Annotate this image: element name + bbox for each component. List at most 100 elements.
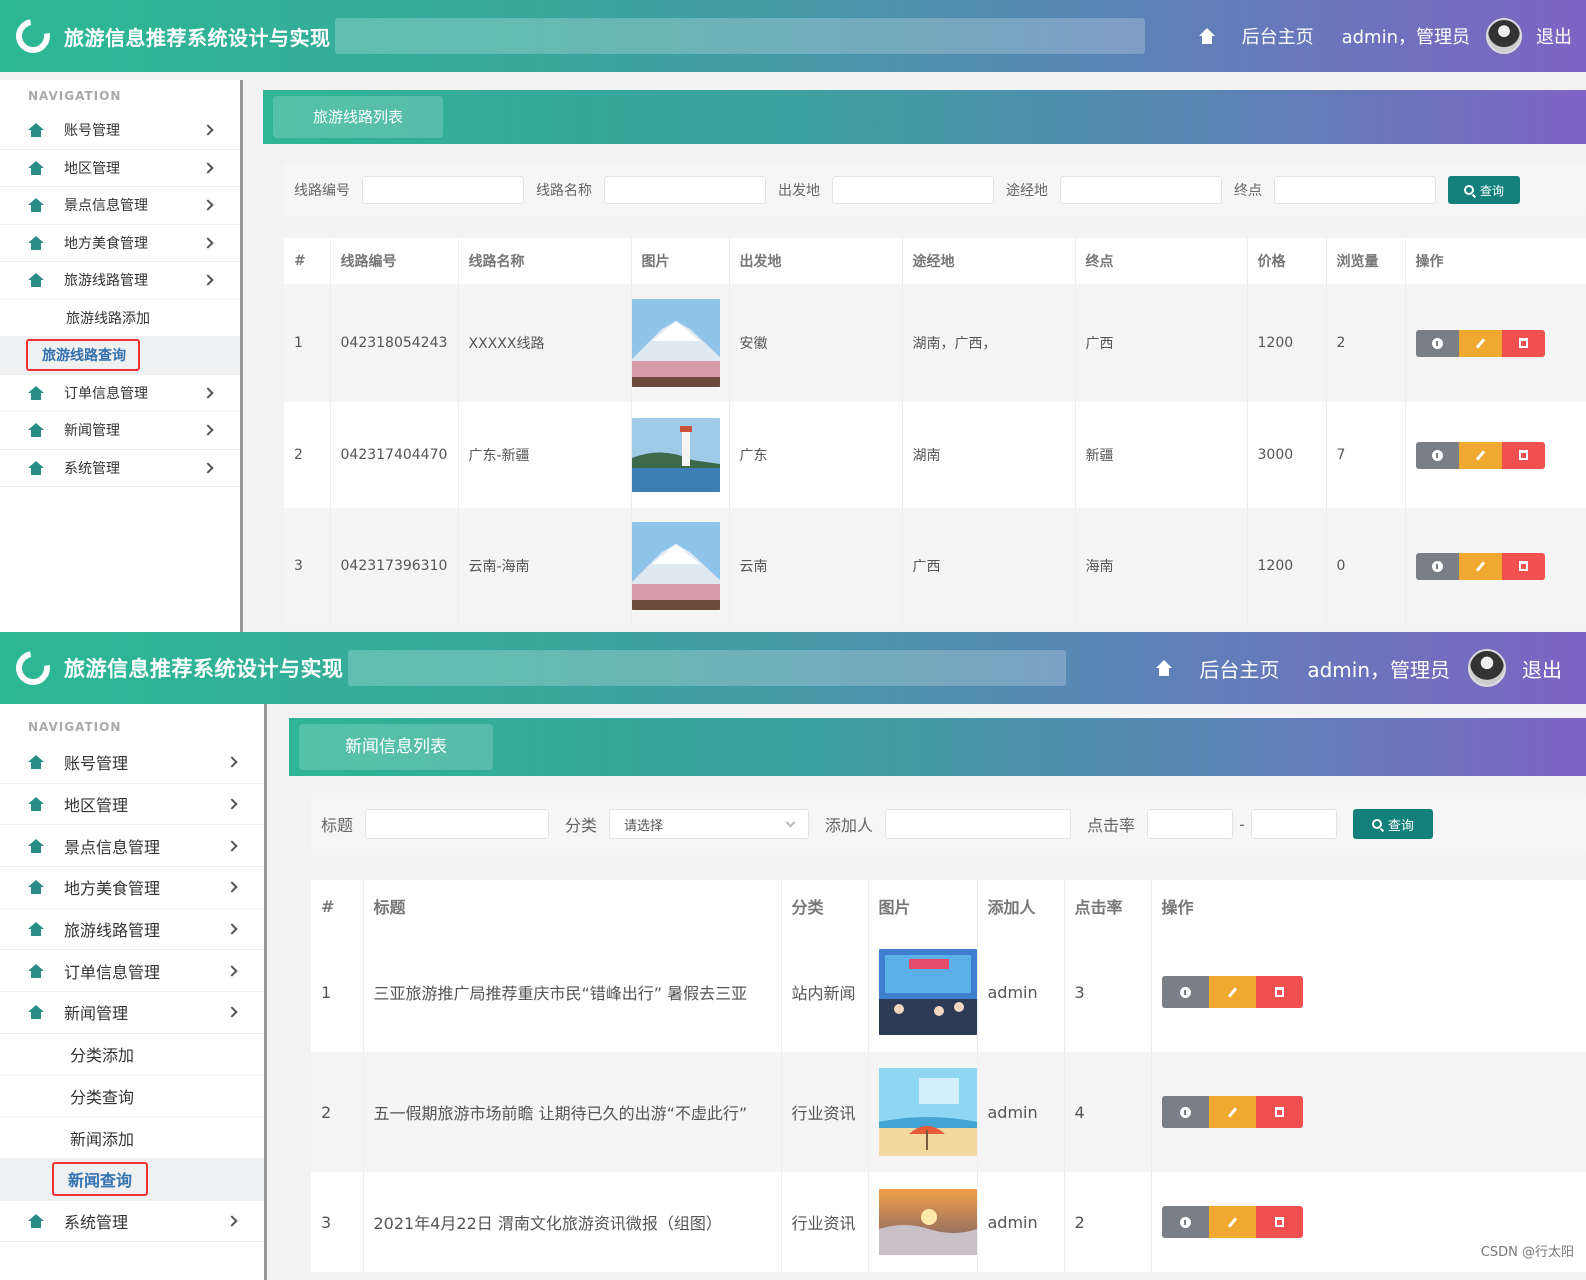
event-stage-image: [878, 949, 977, 1035]
sidebar-item-route[interactable]: 旅游线路管理: [0, 909, 264, 951]
sidebar-item-route[interactable]: 旅游线路管理: [0, 262, 240, 300]
chevron-down-icon: [785, 817, 796, 828]
chevron-right-icon: [202, 462, 214, 474]
home-nav-icon: [28, 880, 44, 895]
user-label: admin，管理员: [1307, 657, 1450, 682]
destination-input[interactable]: [1274, 176, 1436, 204]
avatar[interactable]: [1486, 18, 1522, 54]
sidebar-item-food[interactable]: 地方美食管理: [0, 225, 240, 262]
sidebar-item-label: 账号管理: [64, 123, 120, 140]
home-nav-icon: [28, 235, 44, 250]
info-button[interactable]: [1161, 976, 1209, 1008]
pencil-icon: [1475, 337, 1485, 349]
sidebar-item-news[interactable]: 新闻管理: [0, 992, 264, 1034]
delete-button[interactable]: [1255, 976, 1303, 1008]
route-no-label: 线路编号: [294, 183, 350, 199]
app-title: 旅游信息推荐系统设计与实现: [64, 25, 331, 50]
route-name-input[interactable]: [604, 176, 766, 204]
info-button[interactable]: [1415, 552, 1459, 580]
info-button[interactable]: [1415, 329, 1459, 357]
table-row: 3 2021年4月22日 渭南文化旅游资讯微报（组图） 行业资讯 admin 2: [311, 1172, 1586, 1272]
sidebar-item-order[interactable]: 订单信息管理: [0, 950, 264, 993]
sidebar-subitem-news-add[interactable]: 新闻添加: [0, 1117, 264, 1159]
sidebar-item-food[interactable]: 地方美食管理: [0, 867, 264, 909]
news-click-rate: 4: [1064, 1052, 1152, 1172]
table-row: 2 五一假期旅游市场前瞻 让期待已久的出游“不虚此行” 行业资讯 admin 4: [311, 1052, 1586, 1172]
sidebar-item-system[interactable]: 系统管理: [0, 1201, 264, 1243]
sidebar-subitem-category-add[interactable]: 分类添加: [0, 1034, 264, 1076]
home-nav-icon: [28, 198, 44, 213]
delete-button[interactable]: [1255, 1206, 1303, 1238]
edit-button[interactable]: [1208, 1096, 1256, 1128]
delete-button[interactable]: [1501, 552, 1545, 580]
sidebar-subitem-category-query[interactable]: 分类查询: [0, 1076, 264, 1118]
pencil-icon: [1227, 986, 1237, 998]
delete-button[interactable]: [1501, 441, 1545, 469]
sidebar-item-news[interactable]: 新闻管理: [0, 412, 240, 450]
via: 广西: [902, 508, 1076, 624]
delete-button[interactable]: [1255, 1096, 1303, 1128]
info-button[interactable]: [1415, 441, 1459, 469]
section-title-bar: 旅游线路列表: [263, 90, 1586, 144]
views: 2: [1326, 284, 1406, 402]
edit-button[interactable]: [1458, 329, 1502, 357]
logout-link[interactable]: 退出: [1522, 654, 1562, 683]
chevron-right-icon: [202, 237, 214, 249]
via-input[interactable]: [1060, 176, 1222, 204]
sidebar-item-region[interactable]: 地区管理: [0, 150, 240, 187]
query-button[interactable]: 查询: [1352, 809, 1433, 839]
sidebar-subitem-route-add[interactable]: 旅游线路添加: [0, 300, 240, 337]
sidebar-item-account[interactable]: 账号管理: [0, 112, 240, 150]
info-button[interactable]: [1161, 1206, 1209, 1238]
avatar[interactable]: [1468, 649, 1506, 687]
info-button[interactable]: [1161, 1096, 1209, 1128]
sidebar-subitem-route-query[interactable]: 旅游线路查询: [0, 337, 240, 375]
chevron-right-icon: [202, 124, 214, 136]
chevron-right-icon: [226, 798, 238, 810]
title-input[interactable]: [365, 809, 550, 839]
route-no-input[interactable]: [362, 176, 524, 204]
sidebar-item-order[interactable]: 订单信息管理: [0, 375, 240, 412]
row-index: 3: [311, 1172, 364, 1272]
sidebar-item-label: 新闻管理: [64, 1004, 129, 1024]
info-icon: [1179, 1106, 1191, 1118]
search-icon: [1371, 819, 1382, 829]
click-rate-max-input[interactable]: [1250, 809, 1337, 839]
query-button-label: 查询: [1387, 818, 1414, 834]
views: 0: [1326, 508, 1406, 624]
click-rate-min-input[interactable]: [1147, 809, 1234, 839]
home-icon[interactable]: [1198, 28, 1216, 44]
logout-link[interactable]: 退出: [1536, 23, 1572, 49]
delete-button[interactable]: [1501, 329, 1545, 357]
app-title: 旅游信息推荐系统设计与实现: [64, 657, 344, 681]
origin-input[interactable]: [832, 176, 994, 204]
via: 湖南，广西，: [902, 284, 1076, 402]
edit-button[interactable]: [1458, 441, 1502, 469]
home-nav-icon: [28, 160, 44, 175]
sidebar-subitem-label: 新闻添加: [70, 1129, 135, 1149]
origin: 广东: [729, 402, 903, 508]
home-nav-icon: [28, 1213, 44, 1228]
sidebar-item-scenic[interactable]: 景点信息管理: [0, 825, 264, 868]
views: 7: [1326, 402, 1406, 508]
header-banner: [347, 650, 1066, 686]
sidebar-item-region[interactable]: 地区管理: [0, 784, 264, 826]
chevron-right-icon: [226, 965, 238, 977]
edit-button[interactable]: [1208, 1206, 1256, 1238]
sidebar-item-account[interactable]: 账号管理: [0, 742, 264, 784]
query-button[interactable]: 查询: [1448, 176, 1520, 204]
edit-button[interactable]: [1458, 552, 1502, 580]
category-select[interactable]: 请选择: [609, 809, 810, 839]
column-header: 价格: [1247, 238, 1327, 284]
sidebar-item-scenic[interactable]: 景点信息管理: [0, 187, 240, 225]
home-icon[interactable]: [1155, 660, 1173, 676]
sidebar-item-system[interactable]: 系统管理: [0, 450, 240, 487]
pencil-icon: [1475, 449, 1485, 461]
sidebar-item-label: 地方美食管理: [64, 235, 148, 252]
home-link[interactable]: 后台主页: [1242, 23, 1314, 49]
column-header: #: [311, 880, 364, 932]
sidebar-subitem-news-query[interactable]: 新闻查询: [0, 1158, 264, 1201]
adder-input[interactable]: [885, 809, 1072, 839]
home-link[interactable]: 后台主页: [1199, 654, 1279, 683]
edit-button[interactable]: [1208, 976, 1256, 1008]
